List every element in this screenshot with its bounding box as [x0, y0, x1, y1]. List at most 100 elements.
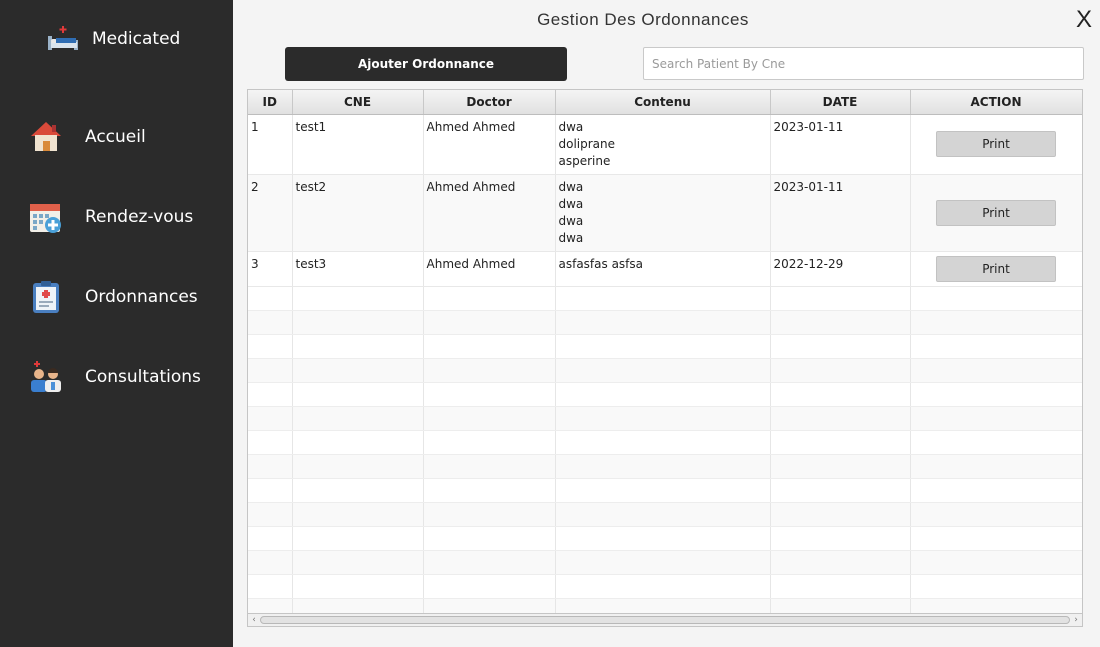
table-row[interactable]: 2 test2 Ahmed Ahmed dwa dwa dwa dwa 2023…	[248, 174, 1082, 252]
cell-id: 3	[248, 251, 293, 287]
empty-cell	[770, 358, 911, 383]
empty-row	[248, 310, 1082, 335]
print-button[interactable]: Print	[936, 255, 1056, 282]
doctor-patient-icon	[28, 359, 64, 395]
contenu-line: doliprane	[558, 136, 616, 151]
empty-cell	[770, 478, 911, 503]
empty-cell	[248, 334, 293, 359]
empty-cell	[423, 334, 556, 359]
empty-cell	[555, 526, 771, 551]
empty-row	[248, 526, 1082, 551]
empty-row	[248, 406, 1082, 431]
column-header-date[interactable]: DATE	[770, 90, 911, 115]
search-input[interactable]	[643, 47, 1084, 80]
main-panel: Gestion Des Ordonnances X Ajouter Ordonn…	[233, 0, 1100, 647]
empty-row	[248, 334, 1082, 359]
empty-cell	[910, 406, 1082, 431]
contenu-line: asfasfas asfsa	[558, 256, 644, 271]
contenu-line: dwa	[558, 196, 584, 211]
empty-cell	[248, 574, 293, 599]
scroll-left-icon[interactable]: ‹	[248, 614, 260, 626]
cell-cne: test3	[292, 251, 424, 287]
sidebar-item-label: Accueil	[85, 127, 146, 147]
sidebar: Medicated Accueil Rendez-vous Ordonnance…	[0, 0, 233, 647]
empty-cell	[292, 334, 424, 359]
empty-cell	[423, 478, 556, 503]
empty-cell	[910, 286, 1082, 311]
empty-cell	[423, 358, 556, 383]
cell-action: Print	[910, 251, 1082, 287]
empty-cell	[248, 526, 293, 551]
scroll-right-icon[interactable]: ›	[1070, 614, 1082, 626]
contenu-line: dwa	[558, 230, 584, 245]
close-button[interactable]: X	[1076, 6, 1092, 34]
empty-cell	[423, 286, 556, 311]
empty-cell	[910, 502, 1082, 527]
empty-cell	[423, 310, 556, 335]
cell-date: 2023-01-11	[770, 114, 911, 175]
column-header-doctor[interactable]: Doctor	[423, 90, 556, 115]
column-header-cne[interactable]: CNE	[292, 90, 424, 115]
scrollbar-thumb[interactable]	[260, 616, 1070, 624]
sidebar-item-rendez-vous[interactable]: Rendez-vous	[28, 199, 193, 235]
print-button[interactable]: Print	[936, 131, 1056, 157]
empty-cell	[248, 478, 293, 503]
empty-cell	[248, 454, 293, 479]
empty-cell	[910, 334, 1082, 359]
cell-cne: test2	[292, 174, 424, 252]
contenu-line: dwa	[558, 179, 584, 194]
house-icon	[28, 119, 64, 155]
empty-cell	[248, 310, 293, 335]
empty-cell	[292, 454, 424, 479]
contenu-line: asperine	[558, 153, 611, 168]
empty-cell	[910, 478, 1082, 503]
empty-cell	[292, 574, 424, 599]
empty-cell	[423, 574, 556, 599]
empty-cell	[423, 550, 556, 575]
empty-cell	[423, 502, 556, 527]
empty-cell	[292, 406, 424, 431]
print-button[interactable]: Print	[936, 199, 1056, 226]
empty-cell	[770, 526, 911, 551]
cell-cne: test1	[292, 114, 424, 175]
sidebar-item-consultations[interactable]: Consultations	[28, 359, 201, 395]
ordonnances-table: ID CNE Doctor Contenu DATE ACTION 1 test…	[247, 89, 1083, 627]
empty-cell	[292, 550, 424, 575]
sidebar-item-ordonnances[interactable]: Ordonnances	[28, 279, 198, 315]
empty-cell	[292, 502, 424, 527]
column-header-action[interactable]: ACTION	[910, 90, 1082, 115]
empty-cell	[910, 310, 1082, 335]
column-header-id[interactable]: ID	[248, 90, 293, 115]
table-row[interactable]: 3 test3 Ahmed Ahmed asfasfas asfsa 2022-…	[248, 251, 1082, 287]
horizontal-scrollbar[interactable]: ‹ ›	[247, 613, 1083, 627]
table-row[interactable]: 1 test1 Ahmed Ahmed dwa doliprane asperi…	[248, 114, 1082, 175]
empty-cell	[423, 430, 556, 455]
empty-row	[248, 478, 1082, 503]
column-header-contenu[interactable]: Contenu	[555, 90, 771, 115]
contenu-line: dwa	[558, 213, 584, 228]
empty-row	[248, 502, 1082, 527]
contenu-line: dwa	[558, 119, 584, 134]
empty-row	[248, 550, 1082, 575]
clipboard-icon	[28, 279, 64, 315]
empty-row	[248, 454, 1082, 479]
cell-action: Print	[910, 174, 1082, 252]
brand-name: Medicated	[92, 29, 181, 49]
empty-cell	[248, 550, 293, 575]
empty-cell	[910, 358, 1082, 383]
brand: Medicated	[46, 24, 180, 54]
page-title: Gestion Des Ordonnances	[537, 10, 749, 29]
sidebar-item-label: Ordonnances	[85, 287, 198, 307]
sidebar-item-accueil[interactable]: Accueil	[28, 119, 146, 155]
empty-cell	[910, 526, 1082, 551]
empty-cell	[555, 358, 771, 383]
empty-cell	[555, 574, 771, 599]
empty-cell	[555, 334, 771, 359]
cell-contenu: asfasfas asfsa	[555, 251, 771, 287]
empty-cell	[248, 406, 293, 431]
add-ordonnance-button[interactable]: Ajouter Ordonnance	[285, 47, 567, 81]
empty-cell	[292, 382, 424, 407]
empty-cell	[292, 430, 424, 455]
sidebar-item-label: Consultations	[85, 367, 201, 387]
empty-cell	[770, 334, 911, 359]
